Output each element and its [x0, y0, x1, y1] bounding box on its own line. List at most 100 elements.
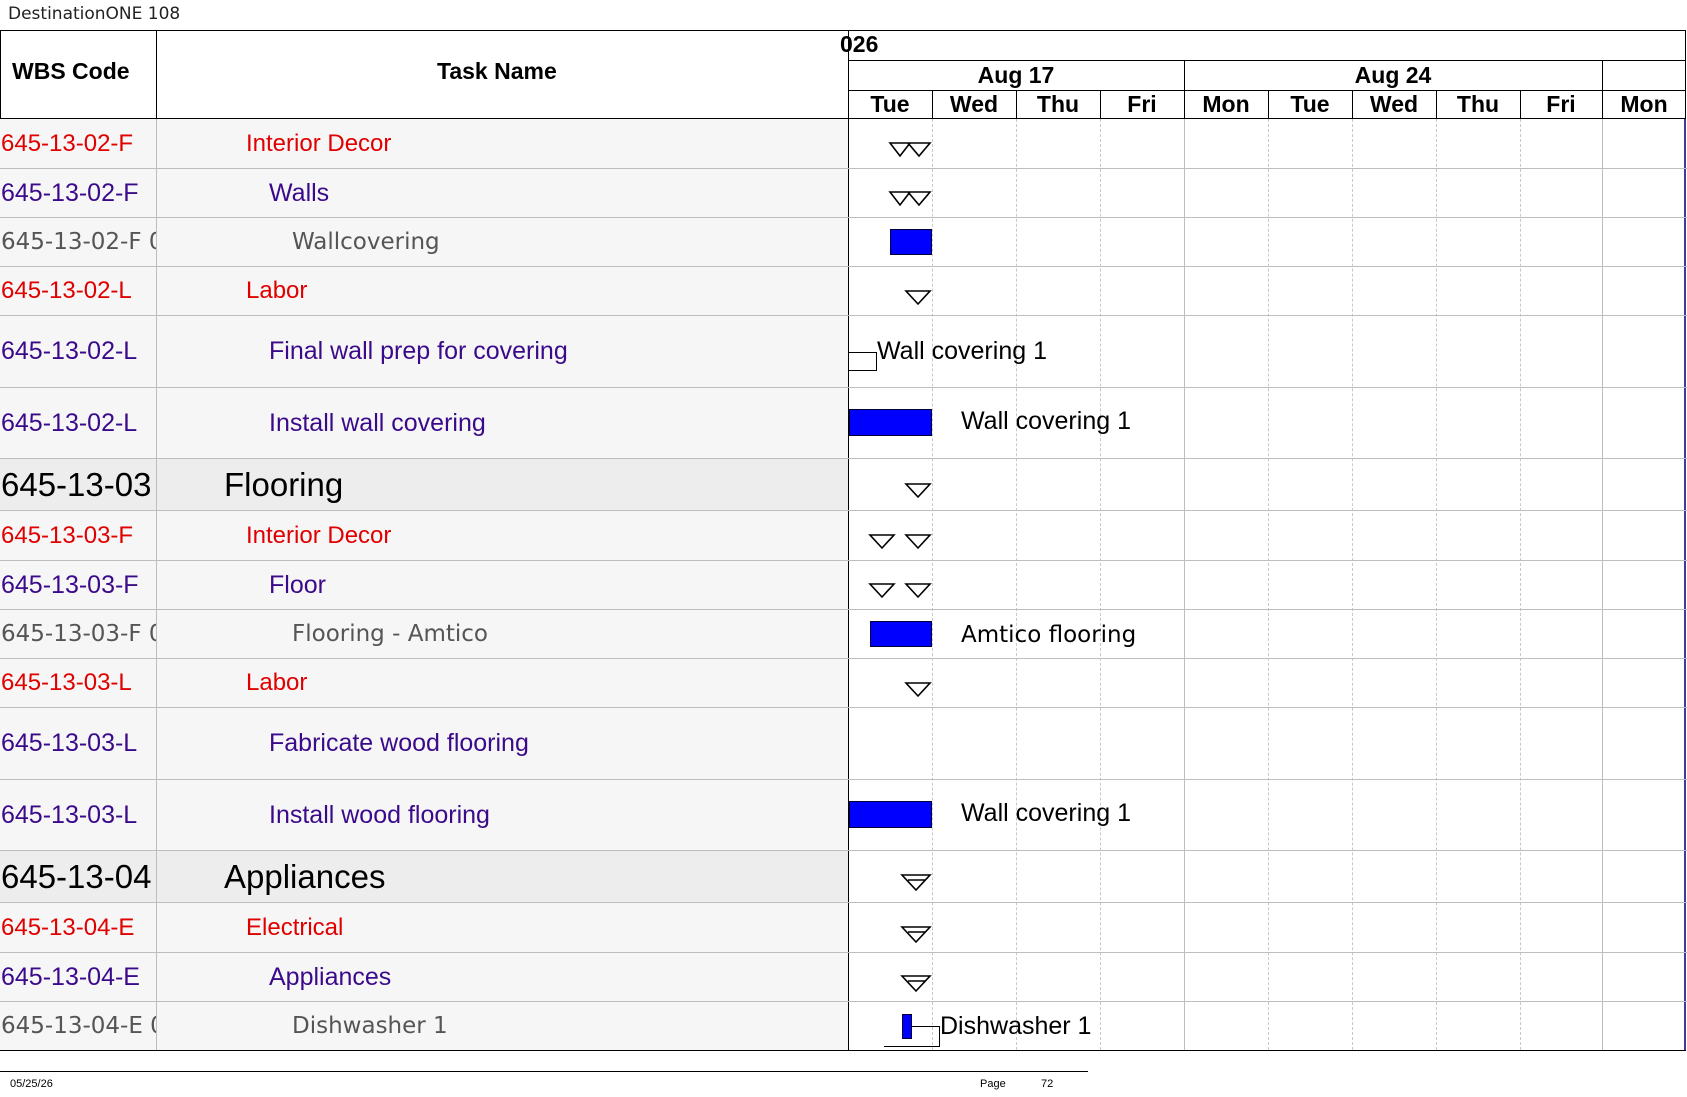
gantt-gridline — [1268, 119, 1269, 1050]
task-name: Wallcovering — [292, 229, 440, 255]
wbs-code: 645-13-03-L — [1, 729, 138, 757]
bar-label: Wall covering 1 — [961, 799, 1131, 827]
table-row[interactable]: 645-13-03-L Labor — [0, 659, 848, 708]
summary-marker — [900, 975, 932, 993]
gantt-gridline — [1100, 119, 1101, 1050]
summary-marker — [904, 483, 932, 499]
bar-label: Wall covering 1 — [961, 407, 1131, 435]
wbs-code: 645-13-03-F — [1, 570, 139, 599]
gantt-week-gridline — [1602, 119, 1603, 1050]
day-divider — [1100, 90, 1101, 118]
gantt-right-edge — [1684, 119, 1686, 1050]
wbs-code: 645-13-04 — [1, 857, 152, 895]
wbs-code: 645-13-02-F — [1, 178, 139, 207]
day-divider — [1520, 90, 1521, 118]
table-row[interactable]: 645-13-04 Appliances — [0, 851, 848, 903]
wbs-code: 645-13-04-E — [1, 962, 140, 991]
table-row[interactable]: 645-13-02-L Final wall prep for covering — [0, 316, 848, 388]
bar-label: Amtico flooring — [961, 622, 1137, 648]
task-bar-dishwasher[interactable] — [902, 1014, 912, 1039]
task-name: Floor — [269, 570, 326, 599]
wbs-code: 645-13-03-F 0 — [1, 621, 156, 647]
wbs-code: 645-13-04-E 0 — [1, 1013, 156, 1039]
bar-label: Wall covering 1 — [877, 337, 1047, 365]
summary-marker — [868, 534, 932, 550]
day-wed: Wed — [1369, 91, 1419, 117]
summary-marker — [904, 290, 932, 306]
table-row[interactable]: 645-13-02-F Interior Decor — [0, 119, 848, 169]
wbs-code: 645-13-03-L — [1, 800, 138, 829]
gantt-week-gridline — [1184, 119, 1185, 1050]
wbs-task-divider — [156, 30, 157, 118]
task-name: Electrical — [246, 913, 344, 941]
day-mon: Mon — [1620, 91, 1668, 117]
task-bar-install-wood-flooring[interactable] — [849, 801, 932, 828]
day-mon: Mon — [1202, 91, 1250, 117]
task-name: Fabricate wood flooring — [269, 729, 529, 757]
gantt-gridline — [1520, 119, 1521, 1050]
day-thu: Thu — [1456, 91, 1500, 117]
day-divider — [1016, 90, 1017, 118]
footer-page-label: Page — [980, 1078, 1006, 1090]
task-name: Final wall prep for covering — [269, 337, 568, 365]
summary-marker — [904, 682, 932, 698]
wbs-code: 645-13-02-F 0 — [1, 229, 156, 255]
footer-date: 05/25/26 — [10, 1078, 53, 1090]
wbs-code: 645-13-03-L — [1, 669, 132, 696]
connector-line — [849, 370, 877, 371]
gantt-gridline — [1436, 119, 1437, 1050]
table-row[interactable]: 645-13-03-L Fabricate wood flooring — [0, 708, 848, 780]
task-name: Appliances — [224, 857, 386, 895]
document-title: DestinationONE 108 — [8, 4, 181, 24]
table-row[interactable]: 645-13-02-F 0 Wallcovering — [0, 218, 848, 267]
timeline-year: 026 — [840, 31, 879, 57]
task-bar-install-wall-covering[interactable] — [849, 409, 932, 436]
day-divider — [932, 90, 933, 118]
table-row[interactable]: 645-13-02-L Install wall covering — [0, 388, 848, 459]
wbs-code: 645-13-03-F — [1, 521, 134, 549]
table-row[interactable]: 645-13-03-F Interior Decor — [0, 511, 848, 561]
wbs-code: 645-13-02-L — [1, 337, 138, 365]
task-name: Flooring — [224, 465, 344, 503]
table-row[interactable]: 645-13-04-E Electrical — [0, 903, 848, 953]
day-tue: Tue — [1290, 91, 1330, 117]
footer-page-number: 72 — [1041, 1078, 1054, 1090]
day-wed: Wed — [949, 91, 999, 117]
task-name: Install wood flooring — [269, 800, 490, 829]
day-divider — [1436, 90, 1437, 118]
table-row[interactable]: 645-13-04-E Appliances — [0, 953, 848, 1002]
table-row[interactable]: 645-13-03 Flooring — [0, 459, 848, 511]
task-name: Interior Decor — [246, 129, 392, 157]
connector-line — [884, 1046, 940, 1047]
task-name: Appliances — [269, 962, 392, 991]
task-column-header[interactable]: Task Name — [437, 58, 557, 85]
connector-line — [912, 1026, 940, 1027]
bar-label: Dishwasher 1 — [940, 1012, 1092, 1040]
table-row[interactable]: 645-13-04-E 0 Dishwasher 1 — [0, 1002, 848, 1050]
day-divider — [1268, 90, 1269, 118]
day-thu: Thu — [1036, 91, 1080, 117]
connector-line — [849, 352, 877, 353]
task-name: Install wall covering — [269, 408, 486, 437]
table-row[interactable]: 645-13-02-F Walls — [0, 169, 848, 218]
wbs-code: 645-13-02-L — [1, 277, 132, 304]
table-row[interactable]: 645-13-02-L Labor — [0, 267, 848, 316]
wbs-column-header[interactable]: WBS Code — [12, 58, 130, 85]
table-row[interactable]: 645-13-03-L Install wood flooring — [0, 780, 848, 851]
wbs-code: 645-13-04-E — [1, 913, 135, 941]
table-row[interactable]: 645-13-03-F Floor — [0, 561, 848, 610]
task-name: Dishwasher 1 — [292, 1013, 448, 1039]
summary-marker — [868, 583, 932, 599]
task-name: Walls — [269, 178, 330, 207]
task-bar-amtico[interactable] — [870, 621, 932, 647]
task-name: Labor — [246, 669, 308, 696]
day-fri: Fri — [1546, 91, 1576, 117]
summary-marker — [900, 926, 932, 944]
day-fri: Fri — [1127, 91, 1157, 117]
day-divider — [1352, 90, 1353, 118]
footer-rule — [0, 1071, 1088, 1072]
task-bar-wallcovering[interactable] — [890, 229, 932, 255]
day-tue: Tue — [870, 91, 910, 117]
gantt-gridline — [1016, 119, 1017, 1050]
table-row[interactable]: 645-13-03-F 0 Flooring - Amtico — [0, 610, 848, 659]
